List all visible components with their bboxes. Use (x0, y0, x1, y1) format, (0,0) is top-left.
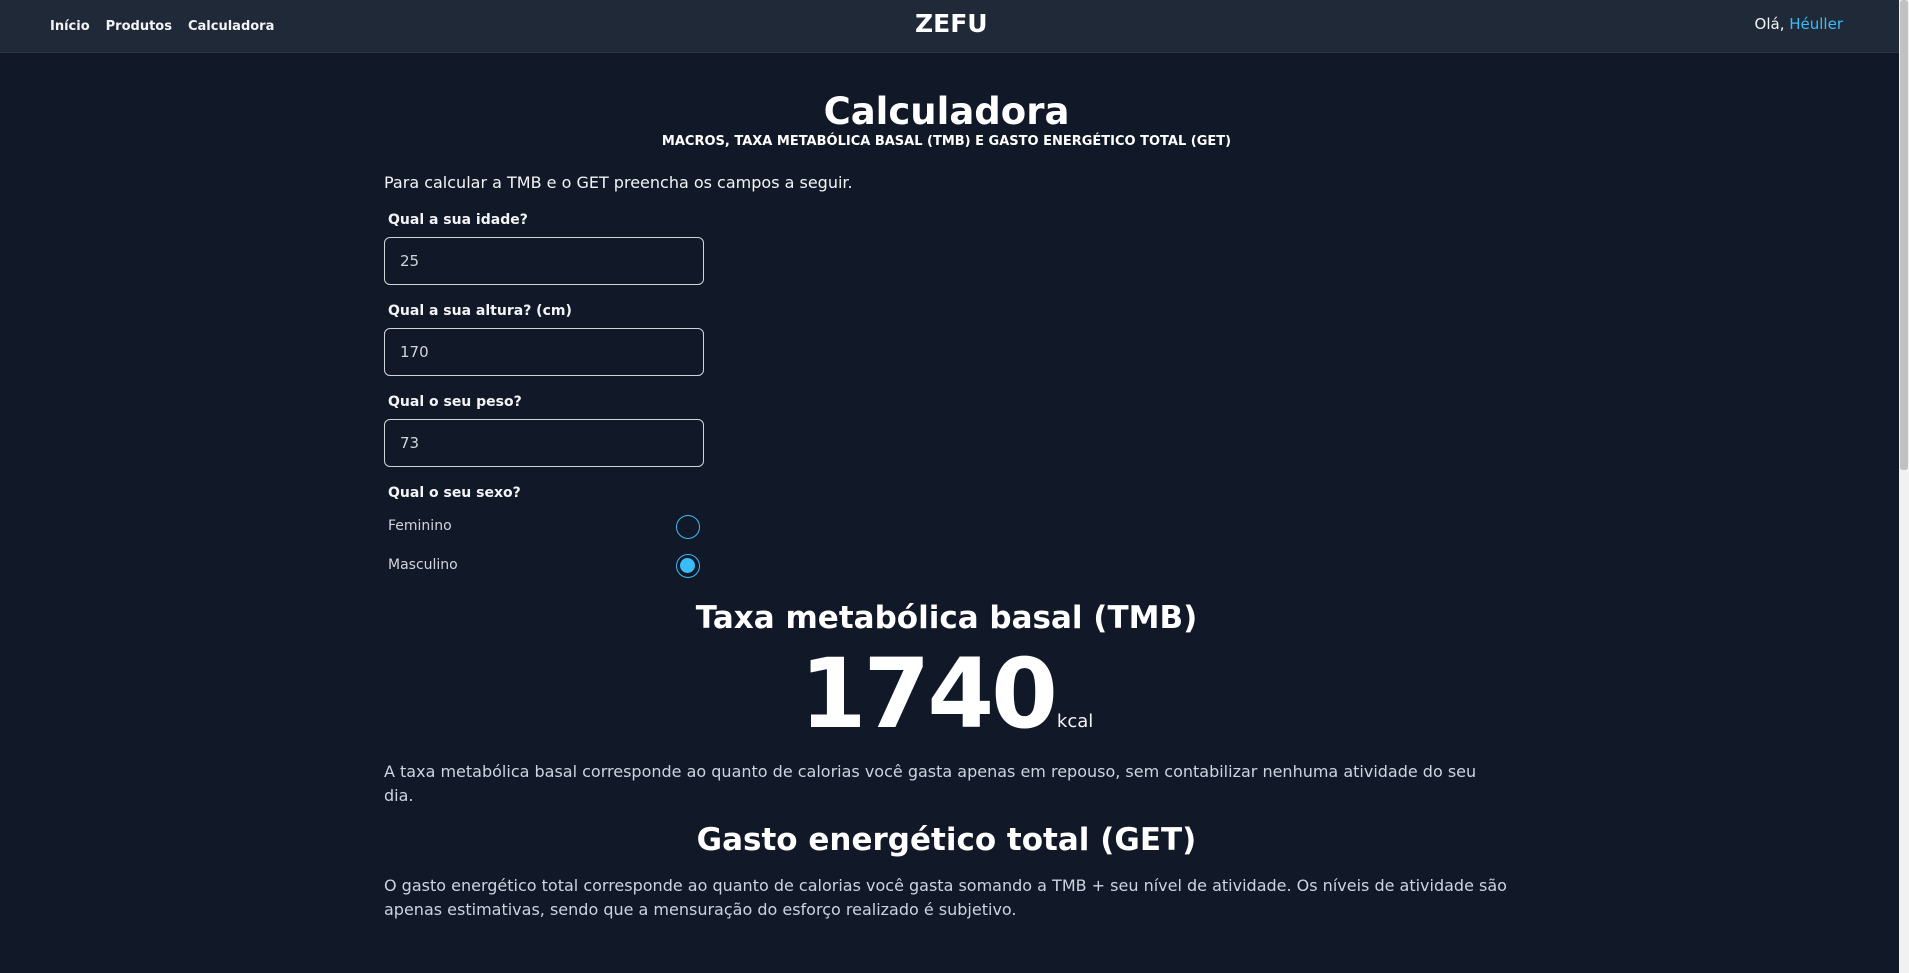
page-scrollbar[interactable] (1899, 0, 1909, 973)
scrollbar-thumb[interactable] (1900, 0, 1908, 470)
age-label: Qual a sua idade? (388, 212, 528, 228)
nav-link-produtos[interactable]: Produtos (106, 19, 172, 34)
radio-option-feminino[interactable]: Feminino (384, 514, 704, 540)
height-label: Qual a sua altura? (cm) (388, 303, 572, 319)
tmb-value: 1740 (799, 638, 1058, 750)
radio-option-masculino[interactable]: Masculino (384, 553, 704, 579)
weight-label: Qual o seu peso? (388, 394, 522, 410)
calculator-main: Calculadora MACROS, TAXA METABÓLICA BASA… (384, 53, 1509, 922)
nav-link-inicio[interactable]: Início (50, 19, 90, 34)
get-title: Gasto energético total (GET) (696, 822, 1197, 858)
user-greeting: Olá, Héuller (1755, 15, 1843, 33)
tmb-result: 1740 kcal (384, 644, 1509, 744)
weight-field-group: Qual o seu peso? (384, 394, 1509, 467)
user-name-link[interactable]: Héuller (1789, 15, 1843, 33)
tmb-title: Taxa metabólica basal (TMB) (695, 600, 1198, 636)
page-subtitle: MACROS, TAXA METABÓLICA BASAL (TMB) E GA… (661, 134, 1232, 149)
radio-label-masculino: Masculino (388, 557, 458, 573)
get-description: O gasto energético total corresponde ao … (384, 876, 1507, 919)
tmb-description: A taxa metabólica basal corresponde ao q… (384, 762, 1477, 805)
top-navbar: Início Produtos Calculadora ZEFU Olá, Hé… (0, 0, 1899, 53)
brand-logo[interactable]: ZEFU (915, 9, 988, 38)
weight-input[interactable] (384, 419, 704, 467)
age-field-group: Qual a sua idade? (384, 212, 1509, 285)
intro-text: Para calcular a TMB e o GET preencha os … (384, 173, 853, 192)
nav-links: Início Produtos Calculadora (50, 0, 274, 52)
radio-masculino[interactable] (676, 554, 700, 578)
height-input[interactable] (384, 328, 704, 376)
greeting-prefix: Olá, (1754, 15, 1785, 33)
radio-label-feminino: Feminino (388, 518, 452, 534)
nav-link-calculadora[interactable]: Calculadora (188, 19, 274, 34)
sex-label: Qual o seu sexo? (388, 485, 521, 501)
radio-feminino[interactable] (676, 515, 700, 539)
tmb-unit: kcal (1056, 711, 1094, 732)
sex-field-group: Qual o seu sexo? Feminino Masculino (384, 485, 1509, 579)
page-title: Calculadora (823, 90, 1070, 133)
age-input[interactable] (384, 237, 704, 285)
height-field-group: Qual a sua altura? (cm) (384, 303, 1509, 376)
